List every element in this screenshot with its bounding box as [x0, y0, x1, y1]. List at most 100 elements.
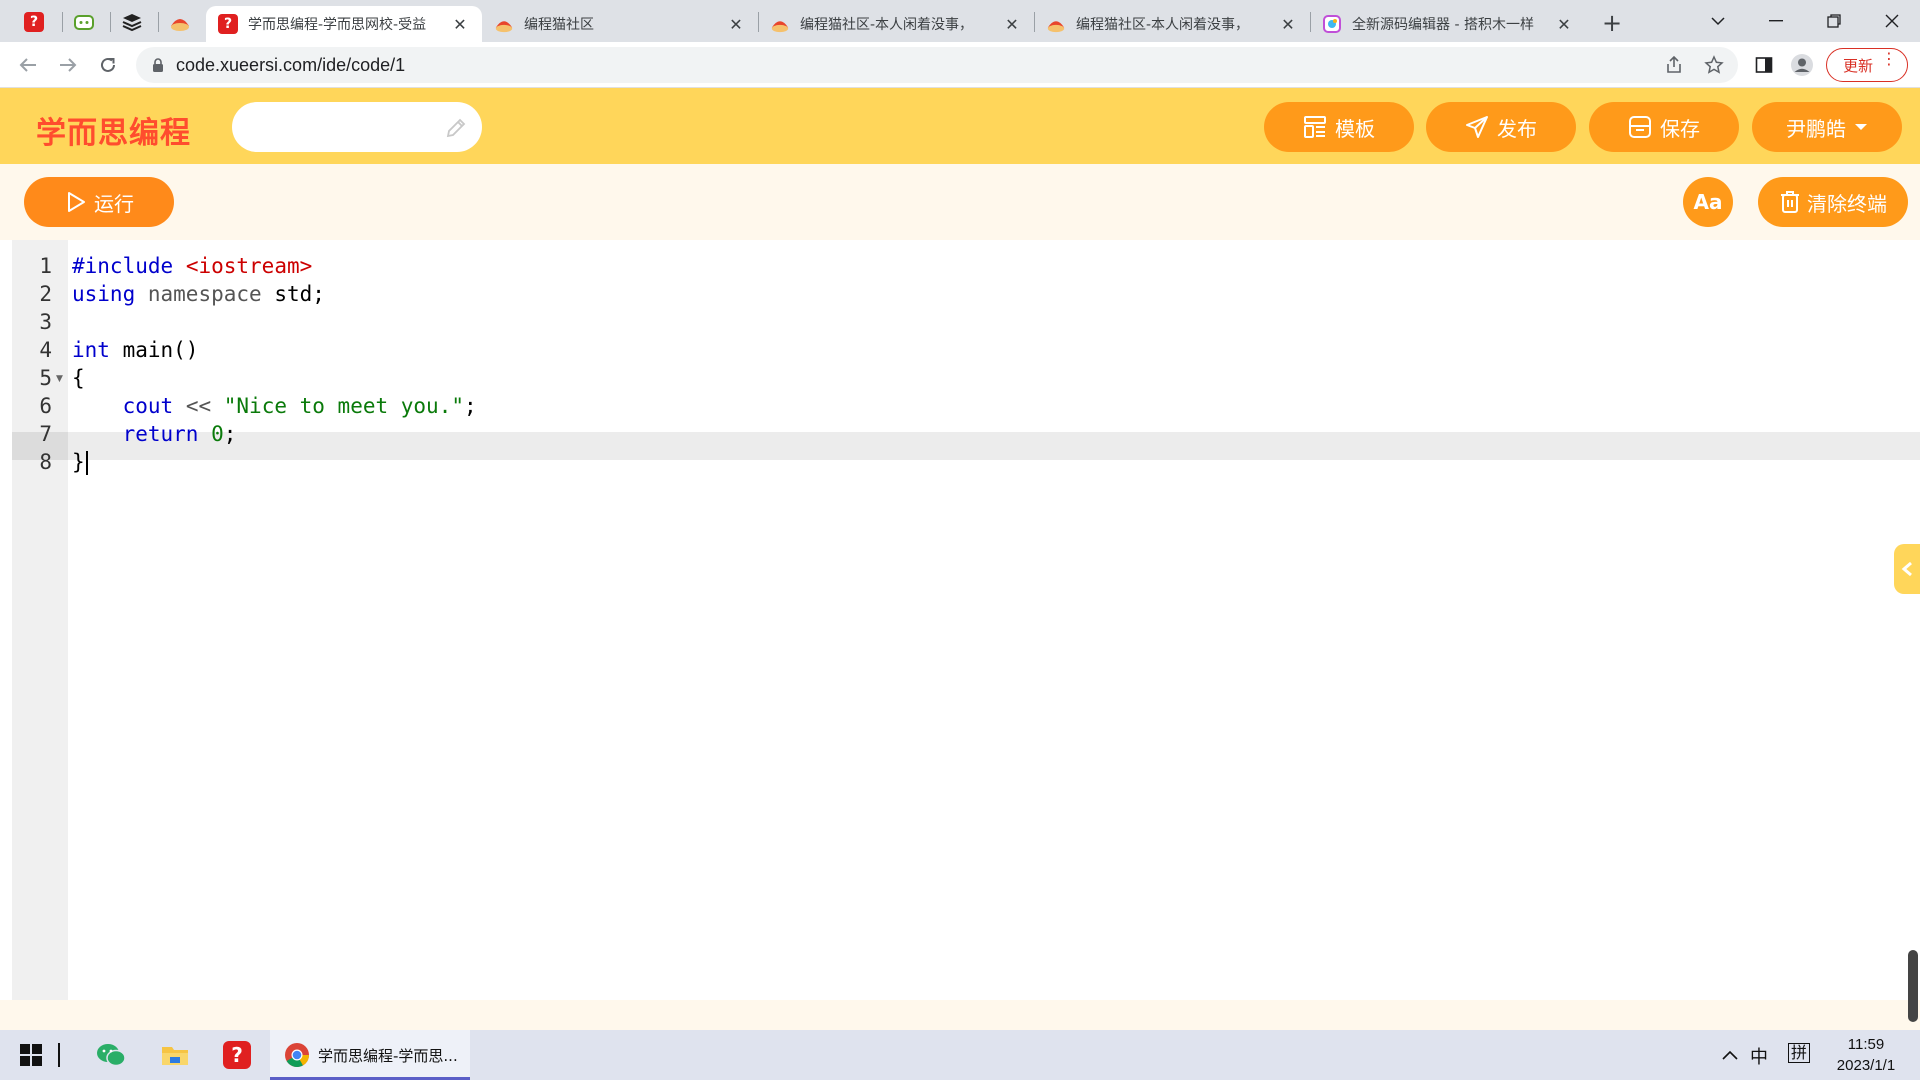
line-number: 8	[39, 450, 52, 474]
taskbar-chrome-window[interactable]: 学而思编程-学而思...	[270, 1030, 470, 1080]
bookmark-star-icon[interactable]	[1700, 51, 1728, 79]
tab-codemao-community[interactable]: 编程猫社区 ✕	[482, 6, 758, 42]
run-button[interactable]: 运行	[24, 177, 174, 227]
line-number: 1	[39, 254, 52, 278]
xueersi-app-icon[interactable]: ?	[222, 1040, 252, 1070]
tab-title: 学而思编程-学而思网校-受益	[248, 17, 427, 33]
tray-chevron-up-icon[interactable]	[1718, 1040, 1742, 1070]
code-line[interactable]: cout << "Nice to meet you.";	[72, 392, 477, 420]
code-editor[interactable]: 1 2 3 4 5 ▼ 6 7 8 #include <iostream> us…	[12, 240, 1920, 1000]
template-icon	[1304, 116, 1326, 138]
colorful-cube-favicon-icon	[1322, 14, 1342, 34]
tab-close-icon[interactable]: ✕	[1554, 14, 1574, 34]
pencil-edit-icon[interactable]	[444, 116, 468, 140]
tab-close-icon[interactable]: ✕	[1002, 14, 1022, 34]
code-line[interactable]: {	[72, 364, 85, 392]
user-menu-button[interactable]: 尹鹏皓	[1752, 102, 1902, 152]
chrome-icon	[285, 1043, 309, 1068]
active-line-highlight	[68, 432, 1920, 460]
line-number: 6	[39, 394, 52, 418]
restore-icon[interactable]	[1806, 0, 1862, 42]
taskbar: ? 学而思编程-学而思... 中 拼 11:59 2023/1/1	[0, 1030, 1920, 1080]
save-label: 保存	[1660, 116, 1700, 141]
scrollbar-thumb[interactable]	[1908, 950, 1918, 1022]
logo[interactable]: 学而思编程	[36, 108, 191, 152]
system-clock[interactable]: 11:59 2023/1/1	[1820, 1034, 1912, 1076]
tab-close-icon[interactable]: ✕	[726, 14, 746, 34]
code-line[interactable]: using namespace std;	[72, 280, 325, 308]
xueersi-favicon-icon: ?	[24, 12, 44, 32]
forward-arrow-icon[interactable]	[52, 49, 84, 81]
tab-search-chevron-icon[interactable]	[1690, 0, 1746, 42]
back-arrow-icon[interactable]	[12, 49, 44, 81]
browser-toolbar: code.xueersi.com/ide/code/1 更新 ⋮	[0, 42, 1920, 88]
codemao-favicon-icon	[770, 14, 790, 34]
file-explorer-icon[interactable]	[160, 1040, 190, 1070]
template-label: 模板	[1335, 116, 1375, 141]
taskbar-app-label: 学而思编程-学而思...	[318, 1046, 458, 1065]
user-name: 尹鹏皓	[1786, 116, 1846, 141]
line-number: 2	[39, 282, 52, 306]
xueersi-favicon-icon: ?	[218, 14, 238, 34]
url-text: code.xueersi.com/ide/code/1	[176, 54, 406, 75]
app-header: 学而思编程 模板 发布 保存 尹鹏皓	[0, 88, 1920, 164]
tab-title: 编程猫社区-本人闲着没事，	[1076, 17, 1250, 33]
side-panel-icon[interactable]	[1750, 51, 1778, 79]
tab-close-icon[interactable]: ✕	[450, 14, 470, 34]
pinned-tab-layers[interactable]	[108, 6, 156, 38]
tab-codemao-post-2[interactable]: 编程猫社区-本人闲着没事， ✕	[1034, 6, 1310, 42]
save-disk-icon	[1629, 116, 1651, 138]
chevron-left-icon	[1901, 561, 1912, 577]
line-number: 7	[39, 422, 52, 446]
caret-down-icon	[1855, 124, 1867, 130]
save-button[interactable]: 保存	[1589, 102, 1739, 152]
reload-icon[interactable]	[92, 49, 124, 81]
ime-language[interactable]: 中	[1750, 1043, 1768, 1069]
editor-footer	[0, 1000, 1920, 1030]
code-line[interactable]: return 0;	[72, 420, 237, 448]
pinned-tab-xueersi[interactable]: ?	[10, 6, 58, 38]
line-number: 3	[39, 310, 52, 334]
template-button[interactable]: 模板	[1264, 102, 1414, 152]
clear-terminal-label: 清除终端	[1807, 191, 1887, 216]
line-number: 4	[39, 338, 52, 362]
ime-mode[interactable]: 拼	[1788, 1043, 1811, 1063]
tab-xueersi[interactable]: ? 学而思编程-学而思网校-受益 ✕	[206, 6, 482, 42]
trash-icon	[1781, 191, 1799, 213]
tab-codemao-post-1[interactable]: 编程猫社区-本人闲着没事， ✕	[758, 6, 1034, 42]
share-icon[interactable]	[1660, 51, 1688, 79]
tab-title: 编程猫社区	[524, 17, 594, 33]
publish-button[interactable]: 发布	[1426, 102, 1576, 152]
pinned-tab-codemao[interactable]	[156, 6, 204, 38]
tab-source-editor[interactable]: 全新源码编辑器 - 搭积木一样 ✕	[1310, 6, 1586, 42]
tab-title: 编程猫社区-本人闲着没事，	[800, 17, 974, 33]
play-icon	[68, 192, 85, 212]
lock-icon	[153, 58, 163, 72]
new-tab-plus-icon[interactable]: +	[1598, 10, 1626, 38]
minimize-icon[interactable]	[1748, 0, 1804, 42]
code-line[interactable]: }	[72, 448, 88, 476]
wechat-icon[interactable]	[96, 1040, 126, 1070]
line-number: 5	[39, 366, 52, 390]
code-line[interactable]: #include <iostream>	[72, 252, 312, 280]
clear-terminal-button[interactable]: 清除终端	[1758, 177, 1908, 227]
browser-tab-strip: ? ? 学而思编程-学而思网校-受益 ✕ 编程猫社区 ✕ 编程猫社区-本人闲着没…	[0, 0, 1920, 42]
profile-avatar-icon[interactable]	[1788, 51, 1816, 79]
side-panel-toggle[interactable]	[1894, 544, 1920, 594]
code-line[interactable]: int main()	[72, 336, 198, 364]
task-view-icon[interactable]	[54, 1040, 64, 1070]
codemao-favicon-icon	[1046, 14, 1066, 34]
windows-start-icon[interactable]	[16, 1040, 46, 1070]
font-size-button[interactable]: Aa	[1683, 177, 1733, 227]
tab-close-icon[interactable]: ✕	[1278, 14, 1298, 34]
send-icon	[1466, 116, 1488, 138]
publish-label: 发布	[1497, 116, 1537, 141]
address-bar[interactable]: code.xueersi.com/ide/code/1	[136, 47, 1738, 83]
tab-title: 全新源码编辑器 - 搭积木一样	[1352, 17, 1534, 33]
run-toolbar: 运行 Aa 清除终端	[0, 164, 1920, 240]
close-window-icon[interactable]	[1864, 0, 1920, 42]
fold-arrow-icon[interactable]: ▼	[56, 374, 63, 384]
pinned-tab-bilibili[interactable]	[60, 6, 108, 38]
update-button[interactable]: 更新 ⋮	[1826, 48, 1908, 82]
layers-favicon-icon	[122, 14, 142, 32]
